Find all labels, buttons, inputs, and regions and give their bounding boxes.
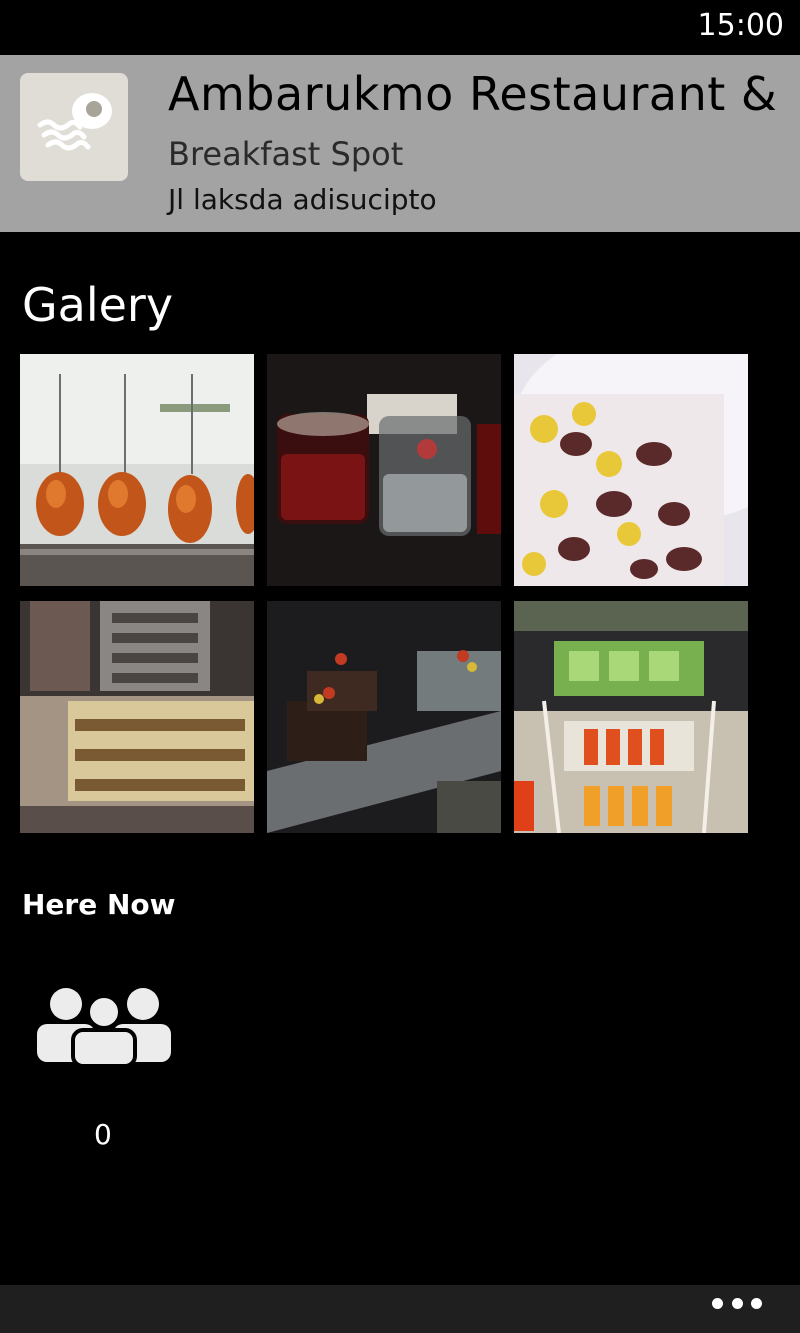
roast-chickens-photo[interactable] [20,354,254,586]
sushi-buffet-photo[interactable] [514,601,748,833]
clock: 15:00 [697,8,784,43]
photo-gallery [20,354,748,834]
drink-glasses-photo[interactable] [267,354,501,586]
venue-name: Ambarukmo Restaurant & [168,67,778,121]
cereal-bowl-photo[interactable] [514,354,748,586]
dot [731,1297,743,1309]
dot [751,1297,762,1309]
ellipsis-icon[interactable] [712,1293,762,1313]
chocolate-desserts-photo[interactable] [267,601,501,833]
gallery-title: Galery [22,278,174,332]
people-icon [37,988,171,1066]
status-bar: 15:00 [0,0,800,55]
breakfast-bacon-egg-icon [20,73,128,181]
venue-address: Jl laksda adisucipto [168,183,437,216]
here-now-title: Here Now [22,888,176,921]
display-case-photo[interactable] [20,601,254,833]
venue-category: Breakfast Spot [168,135,404,173]
dot [712,1297,723,1309]
app-bar [0,1285,800,1333]
here-now-count: 0 [94,1118,112,1151]
venue-header: Ambarukmo Restaurant & Breakfast Spot Jl… [0,55,800,232]
